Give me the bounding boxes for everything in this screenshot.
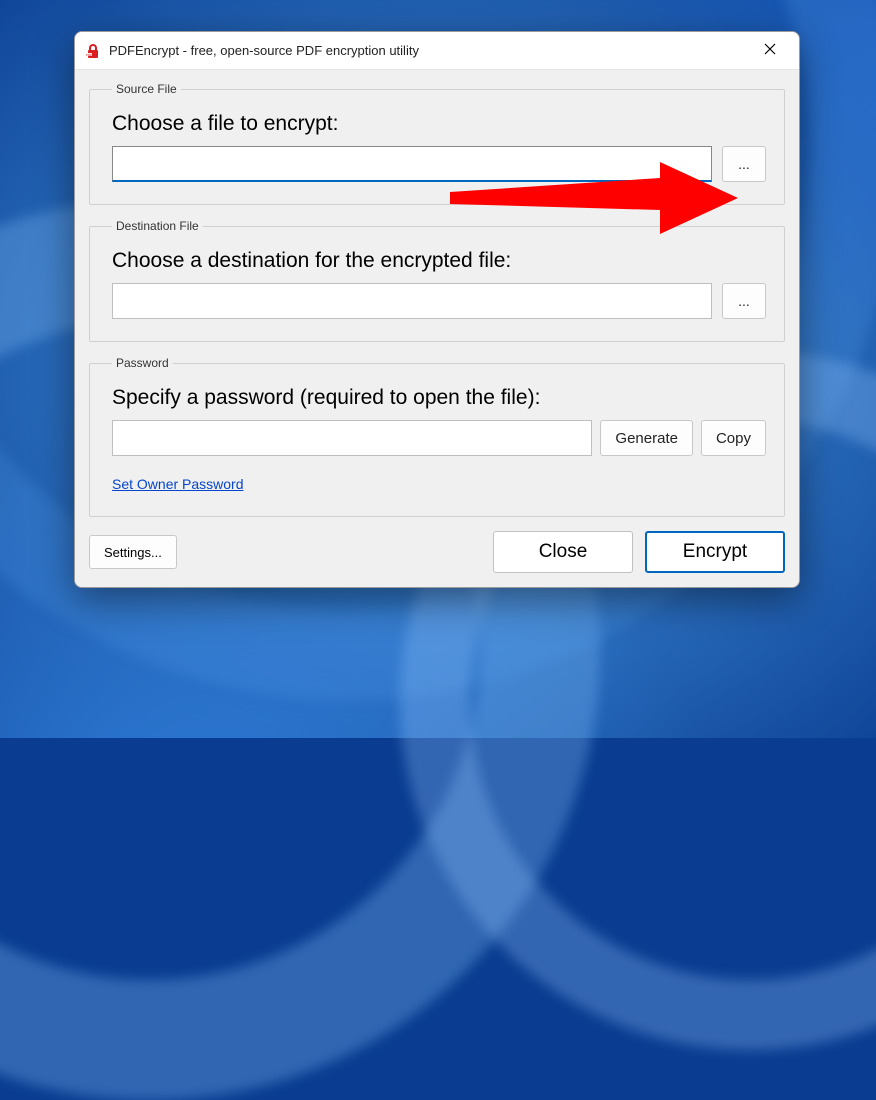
source-file-legend: Source File — [112, 82, 181, 96]
password-prompt: Specify a password (required to open the… — [112, 386, 766, 410]
password-input[interactable] — [112, 420, 592, 456]
app-lock-icon: PDF — [85, 43, 101, 59]
app-window: PDF PDFEncrypt - free, open-source PDF e… — [74, 31, 800, 588]
window-close-button[interactable] — [747, 35, 793, 67]
bottom-button-bar: Settings... Close Encrypt — [89, 531, 785, 573]
destination-file-prompt: Choose a destination for the encrypted f… — [112, 249, 766, 273]
generate-password-button[interactable]: Generate — [600, 420, 693, 456]
close-icon — [764, 43, 776, 59]
client-area: Source File Choose a file to encrypt: ..… — [75, 70, 799, 587]
svg-text:PDF: PDF — [86, 53, 92, 57]
source-file-browse-button[interactable]: ... — [722, 146, 766, 182]
titlebar[interactable]: PDF PDFEncrypt - free, open-source PDF e… — [75, 32, 799, 70]
window-title: PDFEncrypt - free, open-source PDF encry… — [109, 43, 747, 58]
password-group: Password Specify a password (required to… — [89, 356, 785, 517]
source-file-group: Source File Choose a file to encrypt: ..… — [89, 82, 785, 205]
destination-file-input[interactable] — [112, 283, 712, 319]
close-button[interactable]: Close — [493, 531, 633, 573]
copy-password-button[interactable]: Copy — [701, 420, 766, 456]
destination-file-browse-button[interactable]: ... — [722, 283, 766, 319]
source-file-prompt: Choose a file to encrypt: — [112, 112, 766, 136]
set-owner-password-link[interactable]: Set Owner Password — [112, 476, 244, 492]
destination-file-group: Destination File Choose a destination fo… — [89, 219, 785, 342]
destination-file-legend: Destination File — [112, 219, 203, 233]
settings-button[interactable]: Settings... — [89, 535, 177, 569]
encrypt-button[interactable]: Encrypt — [645, 531, 785, 573]
source-file-input[interactable] — [112, 146, 712, 182]
password-legend: Password — [112, 356, 173, 370]
